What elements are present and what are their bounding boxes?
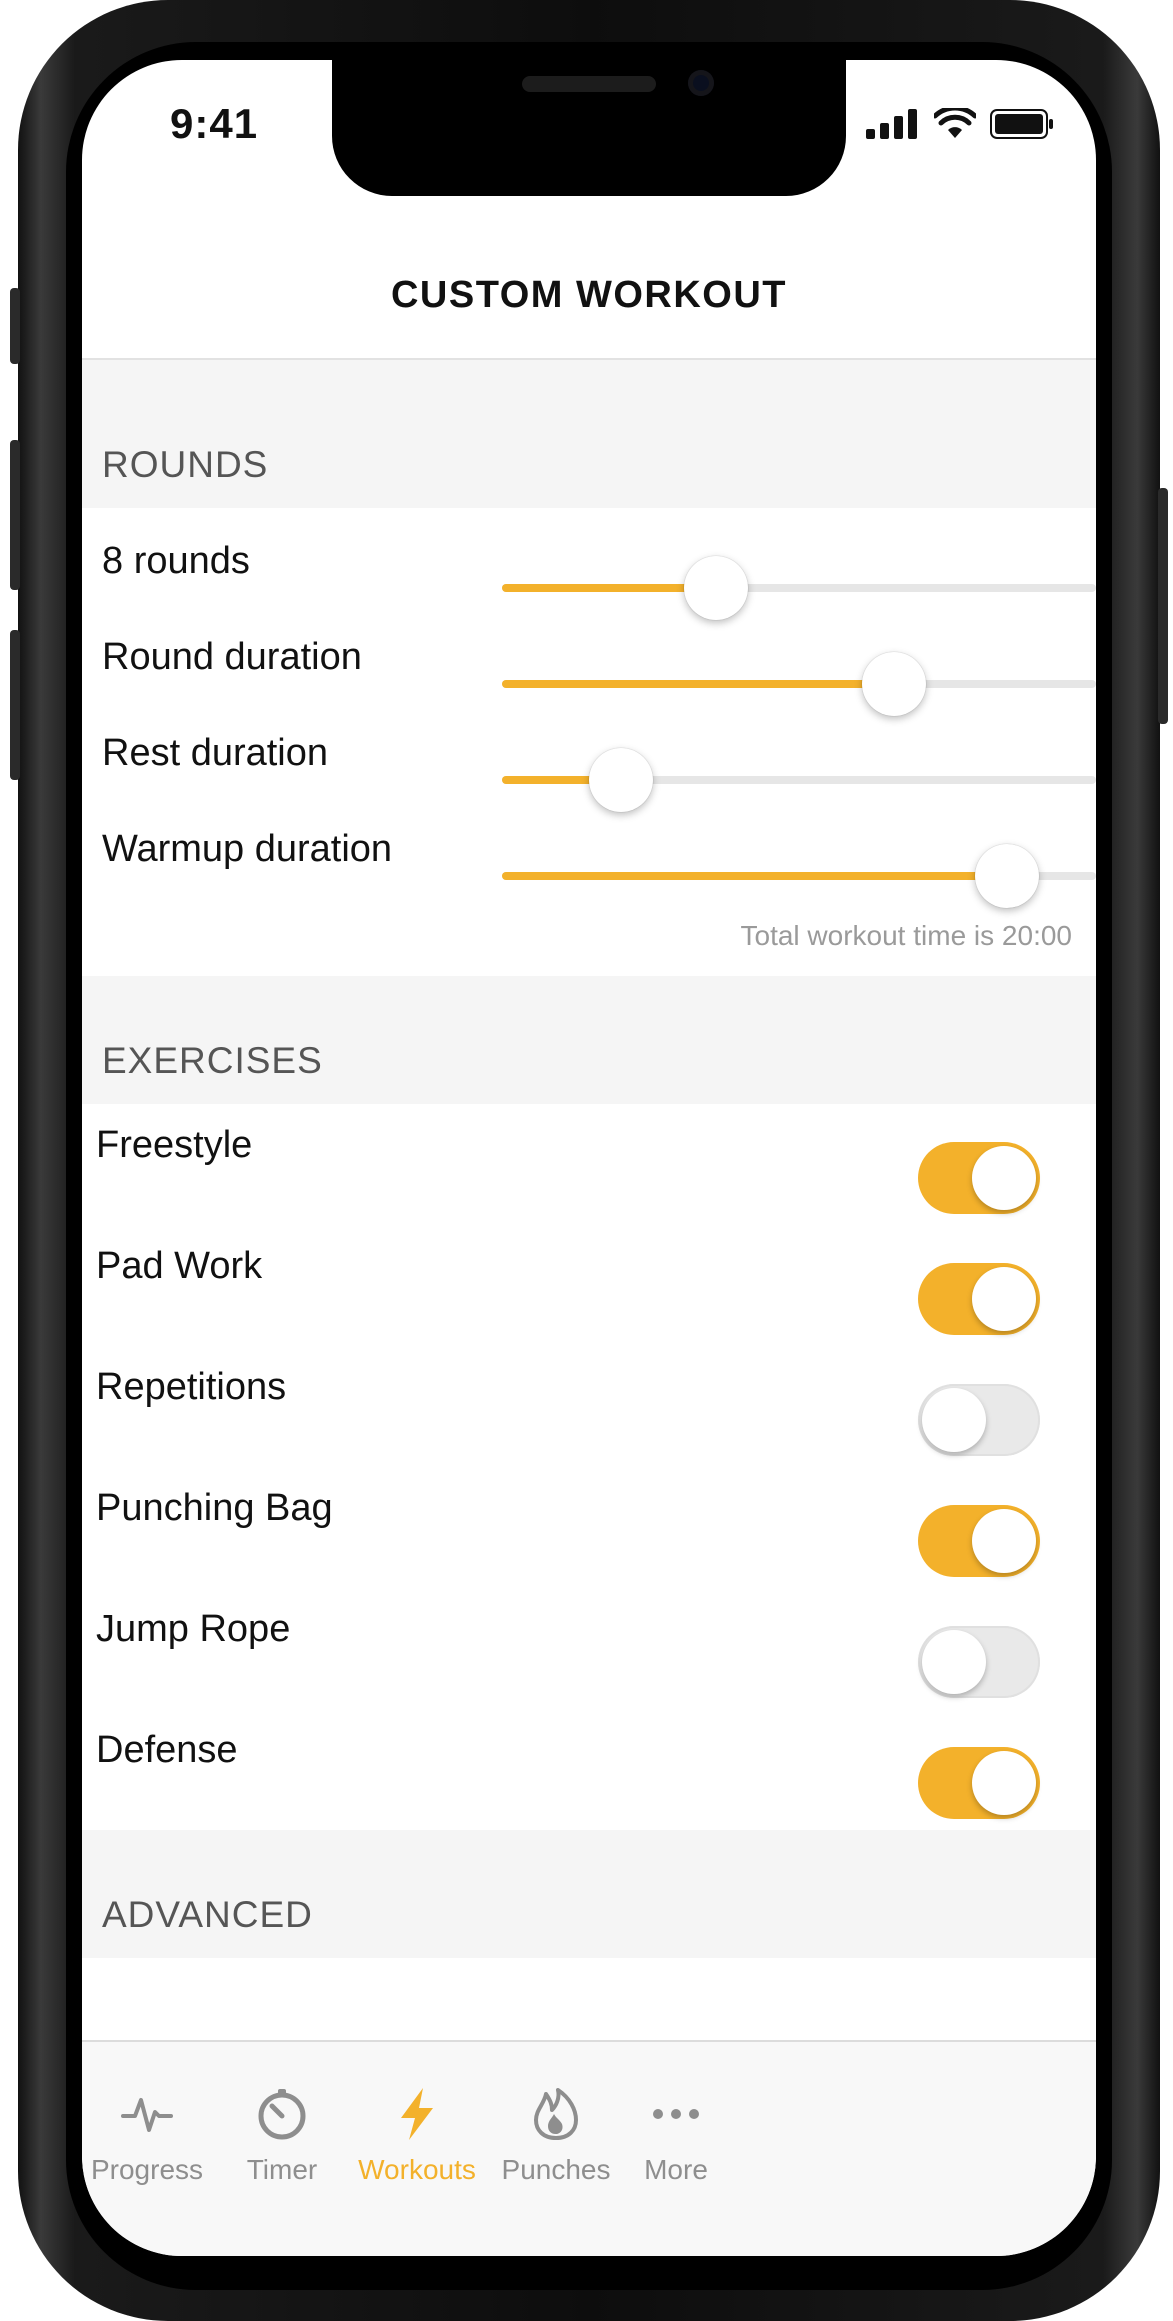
toggle-label: Punching Bag: [96, 1487, 333, 1529]
toggle-switch[interactable]: [918, 1747, 1040, 1819]
slider-thumb[interactable]: [683, 556, 748, 620]
section-header-advanced: ADVANCED: [82, 1830, 1096, 1958]
toggle-switch[interactable]: [918, 1263, 1040, 1335]
more-icon: [596, 2082, 756, 2146]
slider-track[interactable]: [502, 844, 1096, 908]
toggle-row: Punching Bag: [82, 1467, 1096, 1588]
toggle-label: Repetitions: [96, 1366, 287, 1408]
lightning-icon: [337, 2082, 497, 2146]
navigation-bar: CUSTOM WORKOUT: [82, 200, 1096, 360]
toggle-switch[interactable]: [918, 1384, 1040, 1456]
battery-icon: [990, 109, 1053, 139]
cellular-signal-icon: [866, 109, 917, 139]
status-icons: [866, 108, 1054, 140]
total-workout-time: Total workout time is 20:00: [740, 920, 1073, 951]
slider-label: Warmup duration: [102, 828, 393, 870]
toggle-switch[interactable]: [918, 1505, 1040, 1577]
toggle-knob: [972, 1751, 1036, 1815]
speaker-grille: [522, 76, 656, 92]
slider-track[interactable]: [502, 652, 1096, 716]
slider-label: Rest duration: [102, 732, 329, 774]
toggle-row: Jump Rope: [82, 1588, 1096, 1709]
toggle-label: Pad Work: [96, 1245, 263, 1287]
section-title: ROUNDS: [102, 444, 269, 485]
toggle-row: Pad Work: [82, 1225, 1096, 1346]
section-title: ADVANCED: [102, 1894, 313, 1935]
slider-track[interactable]: [502, 748, 1096, 812]
settings-content: ROUNDS 8 rounds Round duration Rest durati…: [82, 360, 1096, 2139]
silent-switch: [10, 288, 20, 364]
tab-more[interactable]: More: [596, 2082, 756, 2186]
tab-bar: Progress Timer Workouts Punches More: [82, 2040, 1096, 2256]
page-title: CUSTOM WORKOUT: [390, 274, 788, 316]
slider-thumb[interactable]: [588, 748, 653, 812]
slider-thumb[interactable]: [974, 844, 1039, 908]
volume-up-button: [10, 440, 20, 590]
toggle-knob: [972, 1509, 1036, 1573]
toggle-row: Defense: [82, 1709, 1096, 1830]
slider-row: Warmup duration: [82, 810, 1096, 908]
section-header-exercises: EXERCISES: [82, 976, 1096, 1104]
slider-row: Round duration: [82, 618, 1096, 716]
toggle-switch[interactable]: [918, 1142, 1040, 1214]
tab-workouts[interactable]: Workouts: [337, 2082, 497, 2186]
power-button: [1158, 488, 1168, 724]
toggle-label: Jump Rope: [96, 1608, 291, 1650]
slider-fill: [502, 872, 1007, 880]
tab-label: Workouts: [358, 2154, 476, 2185]
section-title: EXERCISES: [102, 1040, 323, 1081]
slider-row: 8 rounds: [82, 522, 1096, 620]
toggle-knob: [972, 1267, 1036, 1331]
toggle-knob: [972, 1146, 1036, 1210]
toggle-row: Freestyle: [82, 1104, 1096, 1225]
toggle-switch[interactable]: [918, 1626, 1040, 1698]
notch: [332, 60, 846, 196]
volume-down-button: [10, 630, 20, 780]
slider-label: 8 rounds: [102, 540, 250, 582]
toggle-row: Repetitions: [82, 1346, 1096, 1467]
toggle-label: Defense: [96, 1729, 238, 1771]
toggle-label: Freestyle: [96, 1124, 253, 1166]
slider-row: Rest duration: [82, 714, 1096, 812]
slider-track[interactable]: [502, 556, 1096, 620]
front-camera: [688, 70, 714, 96]
toggle-knob: [922, 1630, 986, 1694]
wifi-icon: [934, 108, 976, 138]
app-screen: 9:41 CUSTOM WORKOUT ROUNDS 8 rounds Roun…: [82, 60, 1096, 2256]
tab-label: More: [644, 2154, 708, 2185]
section-header-rounds: ROUNDS: [82, 360, 1096, 508]
slider-thumb[interactable]: [862, 652, 927, 716]
slider-fill: [502, 680, 895, 688]
slider-label: Round duration: [102, 636, 362, 678]
toggle-knob: [922, 1388, 986, 1452]
status-time: 9:41: [170, 100, 259, 147]
